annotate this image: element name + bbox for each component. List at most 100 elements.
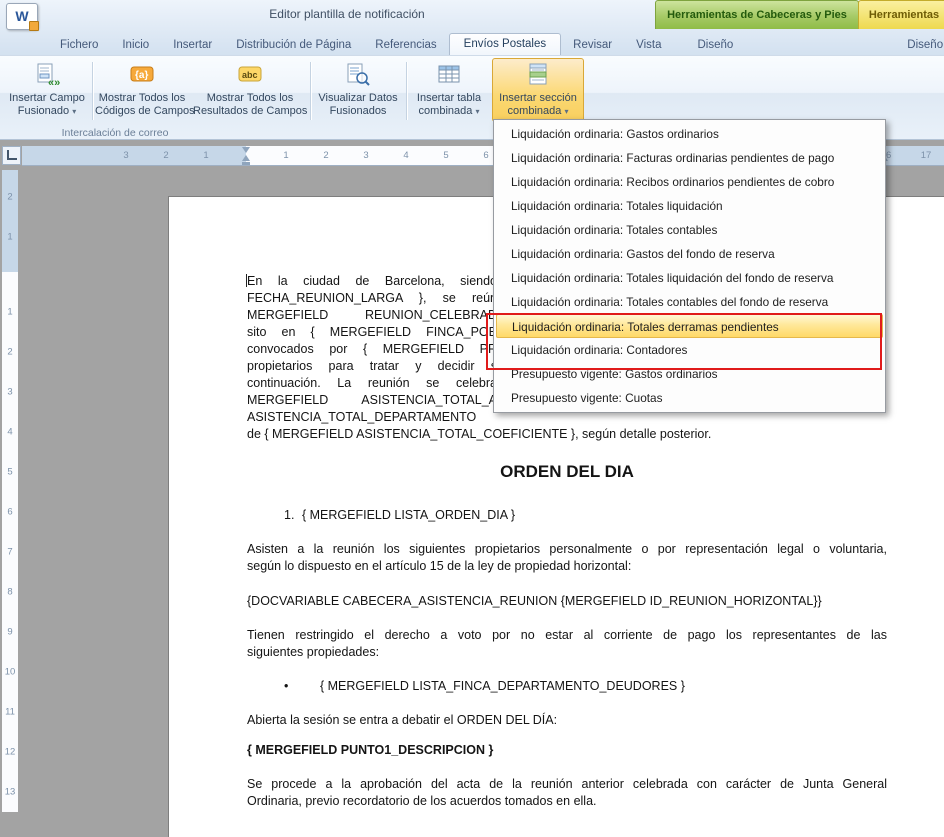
tab-vista[interactable]: Vista — [624, 35, 673, 55]
ruler-number: 3 — [363, 150, 368, 161]
paragraph-asisten: Asisten a la reunión los siguientes prop… — [247, 541, 887, 575]
menu-item[interactable]: Liquidación ordinaria: Totales liquidaci… — [494, 266, 885, 290]
preview-data-icon — [314, 59, 402, 92]
paragraph-restringido: Tienen restringido el derecho a voto por… — [247, 627, 887, 661]
doc-line: siguientes propiedades: — [247, 644, 887, 661]
menu-item[interactable]: Liquidación ordinaria: Facturas ordinari… — [494, 146, 885, 170]
paragraph-se-procede: Se procede a la aprobación del acta de l… — [247, 776, 887, 810]
menu-item[interactable]: Presupuesto vigente: Gastos ordinarios — [494, 362, 885, 386]
preview-merged-data-button[interactable]: Visualizar Datos Fusionados — [313, 58, 403, 122]
tab-envios-postales[interactable]: Envíos Postales — [449, 33, 561, 55]
ruler-number: 3 — [2, 387, 18, 398]
doc-line: MERGEFIELD REUNION_CELEBRAD — [247, 307, 497, 324]
menu-item[interactable]: Liquidación ordinaria: Contadores — [494, 338, 885, 362]
ribbon-separator — [310, 62, 312, 120]
first-line-indent-marker[interactable] — [242, 147, 250, 153]
merge-table-icon — [409, 59, 489, 92]
ruler-number: 6 — [483, 150, 488, 161]
tab-insertar[interactable]: Insertar — [161, 35, 224, 55]
tab-stop-selector[interactable] — [2, 146, 21, 165]
doc-line: convocados por { MERGEFIELD PR — [247, 341, 497, 358]
svg-text:«»: «» — [48, 77, 60, 88]
ruler-number: 2 — [2, 347, 18, 358]
tab-inicio[interactable]: Inicio — [110, 35, 161, 55]
doc-heading: ORDEN DEL DIA — [247, 463, 887, 480]
bullet-list-item: •{ MERGEFIELD LISTA_FINCA_DEPARTAMENTO_D… — [247, 678, 924, 695]
ruler-number: 2 — [323, 150, 328, 161]
contextual-group-header-footer-tools: Herramientas de Cabeceras y Pies — [655, 0, 859, 29]
doc-line: Ordinaria, previo recordatorio de los ac… — [247, 793, 887, 810]
insert-merge-section-button[interactable]: Insertar sección combinada ▾ — [492, 58, 584, 122]
hanging-indent-marker[interactable] — [242, 155, 250, 161]
show-field-results-button[interactable]: abc Mostrar Todos los Resultados de Camp… — [192, 58, 308, 122]
word-app-icon: W — [6, 3, 38, 30]
doc-line: propietarios para tratar y decidir s — [247, 358, 497, 375]
vertical-ruler[interactable]: 21 12345678910111213 — [2, 170, 18, 812]
dropdown-arrow-icon: ▾ — [72, 107, 76, 116]
ruler-number: 5 — [443, 150, 448, 161]
tab-revisar[interactable]: Revisar — [561, 35, 624, 55]
tab-diseno-2[interactable]: Diseño — [895, 35, 944, 55]
ruler-number: 4 — [403, 150, 408, 161]
menu-item[interactable]: Presupuesto vigente: Cuotas — [494, 386, 885, 410]
ruler-number: 3 — [123, 150, 128, 161]
left-indent-marker[interactable] — [242, 162, 250, 165]
list-number: 1. — [284, 507, 302, 524]
numbered-list-item: 1.{ MERGEFIELD LISTA_ORDEN_DIA } — [247, 507, 924, 524]
ruler-number: 2 — [163, 150, 168, 161]
list-text: { MERGEFIELD LISTA_ORDEN_DIA } — [302, 508, 515, 522]
ruler-number: 8 — [2, 587, 18, 598]
tab-referencias[interactable]: Referencias — [363, 35, 448, 55]
menu-item[interactable]: Liquidación ordinaria: Totales contables… — [494, 290, 885, 314]
field-codes-icon: {a} — [95, 59, 189, 92]
window-title: Editor plantilla de notificación — [197, 7, 497, 21]
ruler-number: 2 — [2, 192, 18, 203]
ruler-number: 6 — [2, 507, 18, 518]
ruler-number: 4 — [2, 427, 18, 438]
ruler-number: 11 — [2, 707, 18, 718]
ruler-number: 5 — [2, 467, 18, 478]
doc-line: según lo dispuesto en el artículo 15 de … — [247, 558, 887, 575]
merge-section-menu: Liquidación ordinaria: Gastos ordinarios… — [493, 119, 886, 413]
svg-text:abc: abc — [242, 70, 258, 80]
docvariable-line: {DOCVARIABLE CABECERA_ASISTENCIA_REUNION… — [247, 593, 887, 610]
ruler-number: 12 — [2, 747, 18, 758]
tab-distribucion-de-pagina[interactable]: Distribución de Página — [224, 35, 363, 55]
tab-fichero[interactable]: Fichero — [48, 35, 110, 55]
dropdown-arrow-icon: ▾ — [475, 107, 479, 116]
ruler-number: 17 — [921, 150, 932, 161]
bold-mergefield-line: { MERGEFIELD PUNTO1_DESCRIPCION } — [247, 742, 887, 759]
ruler-number: 9 — [2, 627, 18, 638]
merge-field-icon: «» — [5, 59, 89, 92]
menu-item[interactable]: Liquidación ordinaria: Totales derramas … — [496, 314, 883, 338]
svg-text:{a}: {a} — [135, 70, 148, 81]
ruler-number: 1 — [2, 232, 18, 243]
ruler-number: 7 — [2, 547, 18, 558]
ruler-number: 1 — [283, 150, 288, 161]
ruler-number: 13 — [2, 787, 18, 798]
doc-line: continuación. La reunión se celebra — [247, 375, 497, 392]
menu-item[interactable]: Liquidación ordinaria: Gastos del fondo … — [494, 242, 885, 266]
doc-line: MERGEFIELD ASISTENCIA_TOTAL_A — [247, 392, 497, 409]
contextual-group-tools: Herramientas — [858, 0, 944, 29]
doc-line: sito en { MERGEFIELD FINCA_POB — [247, 324, 497, 341]
paragraph-abierta: Abierta la sesión se entra a debatir el … — [247, 712, 887, 729]
menu-item[interactable]: Liquidación ordinaria: Totales contables — [494, 218, 885, 242]
tab-diseno-cabeceras[interactable]: Diseño — [685, 35, 745, 55]
insert-merge-table-button[interactable]: Insertar tabla combinada ▾ — [408, 58, 490, 122]
window-header: W Editor plantilla de notificación Herra… — [0, 0, 944, 55]
ruler-number: 10 — [2, 667, 18, 678]
show-field-codes-button[interactable]: {a} Mostrar Todos los Códigos de Campos — [94, 58, 190, 122]
ribbon-tab-strip: Fichero Inicio Insertar Distribución de … — [0, 30, 944, 55]
field-results-icon: abc — [193, 59, 307, 92]
bullet-glyph: • — [284, 678, 320, 695]
title-bar: W Editor plantilla de notificación Herra… — [0, 0, 944, 30]
menu-item[interactable]: Liquidación ordinaria: Recibos ordinario… — [494, 170, 885, 194]
doc-line: Tienen restringido el derecho a voto por… — [247, 627, 887, 644]
ruler-number: 1 — [203, 150, 208, 161]
doc-line: Se procede a la aprobación del acta de l… — [247, 776, 887, 793]
menu-item[interactable]: Liquidación ordinaria: Gastos ordinarios — [494, 122, 885, 146]
insert-merge-field-button[interactable]: «» Insertar Campo Fusionado ▾ — [4, 58, 90, 122]
ribbon-group-label: Intercalación de correo — [20, 127, 210, 139]
menu-item[interactable]: Liquidación ordinaria: Totales liquidaci… — [494, 194, 885, 218]
